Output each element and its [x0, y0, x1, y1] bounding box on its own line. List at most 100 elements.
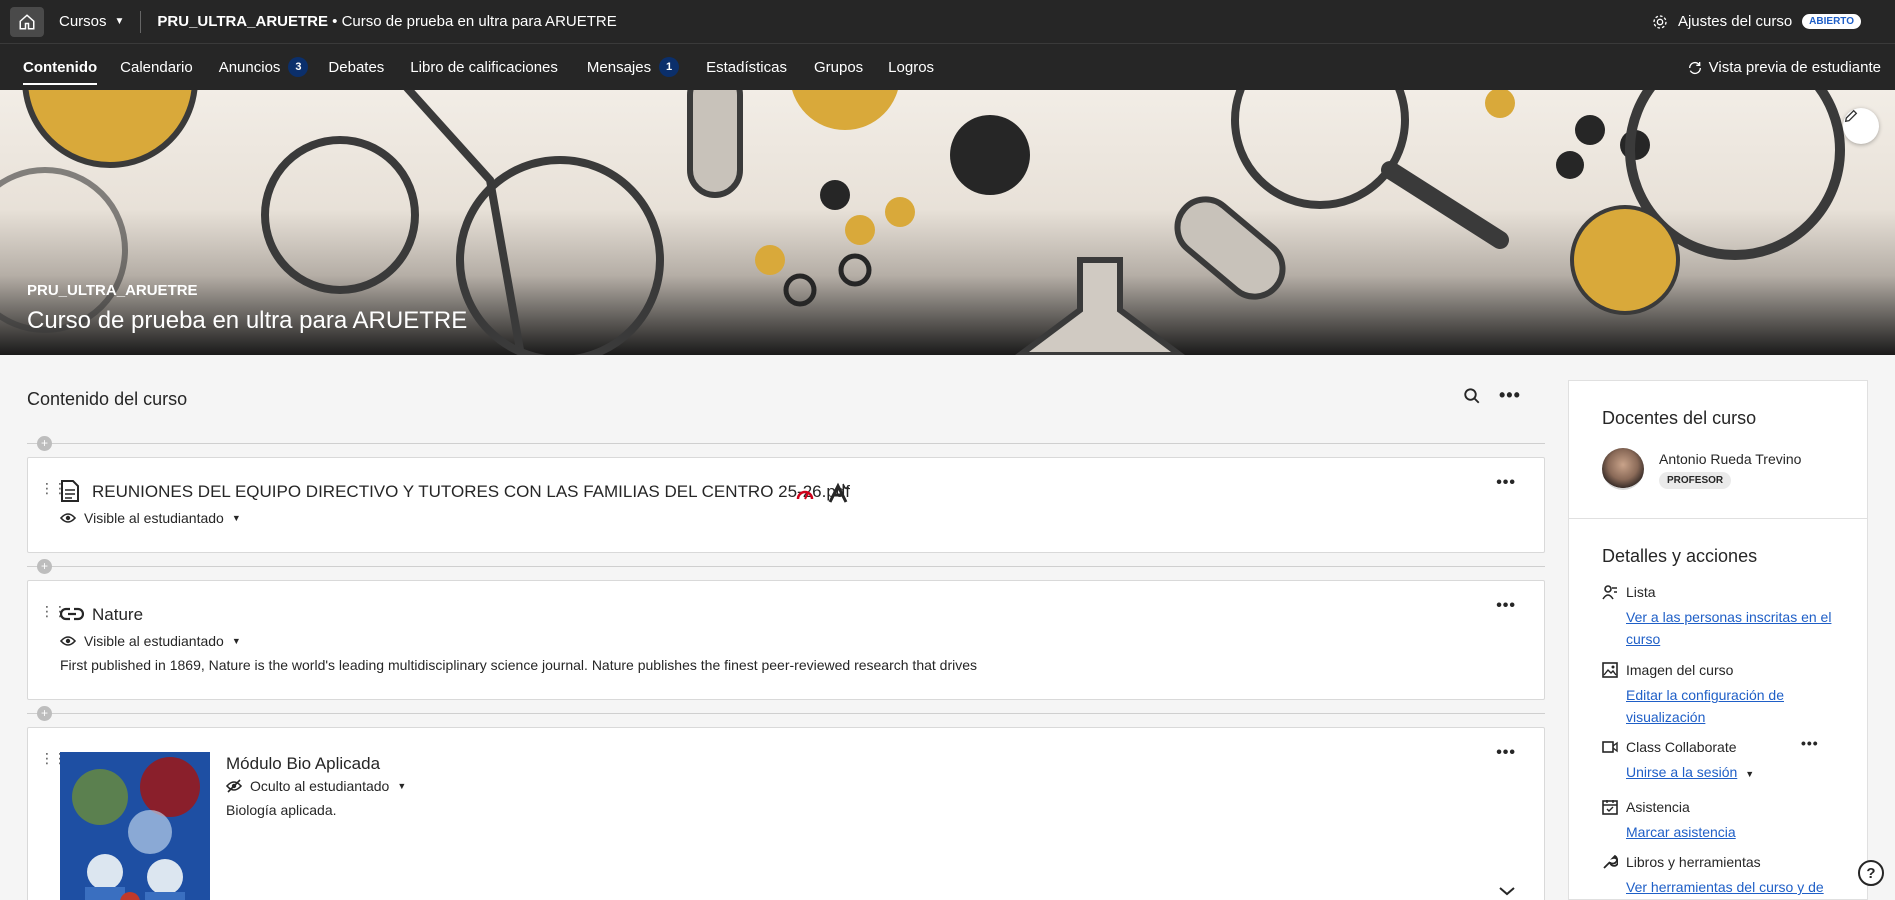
more-options-icon[interactable]: •••: [1496, 597, 1516, 615]
image-icon: [1602, 662, 1618, 678]
visibility-label: Oculto al estudiantado: [250, 778, 390, 794]
teacher-name[interactable]: Antonio Rueda Trevino: [1659, 451, 1801, 467]
banner-text: PRU_ULTRA_ARUETRE Curso de prueba en ult…: [27, 282, 467, 335]
breadcrumb: PRU_ULTRA_ARUETRE • Curso de prueba en u…: [157, 13, 616, 30]
divider: [1569, 518, 1867, 519]
content-item[interactable]: ⋮⋮ Nature Visible al estudiantado ▼ Firs…: [27, 580, 1545, 700]
detail-collaborate: Class Collaborate Unirse a la sesión ▼: [1602, 739, 1754, 783]
more-options-icon[interactable]: •••: [1496, 744, 1516, 762]
link-icon: [60, 607, 84, 621]
content-item-title[interactable]: Nature: [92, 605, 143, 625]
caret-down-icon: ▼: [231, 513, 241, 523]
more-options-icon[interactable]: •••: [1499, 385, 1521, 406]
pencil-icon: [1844, 109, 1858, 123]
eye-icon: [60, 513, 76, 523]
content-item-title[interactable]: Módulo Bio Aplicada: [226, 754, 380, 774]
tab-label: Calendario: [120, 58, 193, 76]
more-options-icon[interactable]: •••: [1496, 474, 1516, 492]
top-bar: Cursos ▼ PRU_ULTRA_ARUETRE • Curso de pr…: [0, 0, 1895, 43]
tab-estadisticas[interactable]: Estadísticas: [706, 44, 787, 91]
section-title: Contenido del curso: [27, 389, 188, 409]
caret-down-icon: ▼: [114, 16, 125, 27]
module-thumbnail: [60, 752, 210, 900]
caret-down-icon: ▼: [231, 636, 241, 646]
banner-course-code: PRU_ULTRA_ARUETRE: [27, 282, 198, 299]
course-content: Contenido del curso ••• + ⋮⋮ REUNIONES D…: [27, 355, 1545, 900]
add-content-button[interactable]: +: [37, 559, 52, 574]
content-tools: •••: [1463, 385, 1521, 406]
eye-slash-icon: [226, 779, 242, 793]
content-item-title[interactable]: REUNIONES DEL EQUIPO DIRECTIVO Y TUTORES…: [92, 482, 850, 502]
visibility-dropdown[interactable]: Visible al estudiantado ▼: [60, 633, 241, 649]
tab-label: Debates: [328, 58, 385, 76]
detail-label: Lista: [1626, 584, 1656, 600]
content-item-description: First published in 1869, Nature is the w…: [60, 657, 978, 673]
student-preview-button[interactable]: Vista previa de estudiante: [1687, 44, 1881, 91]
detail-roster: Lista Ver a las personas inscritas en el…: [1602, 584, 1836, 650]
count-badge: 1: [659, 57, 680, 77]
detail-label: Asistencia: [1626, 799, 1690, 815]
home-button[interactable]: [10, 6, 44, 37]
caret-down-icon[interactable]: ▼: [1745, 769, 1754, 779]
tab-contenido[interactable]: Contenido: [23, 44, 98, 91]
banner-course-title: Curso de prueba en ultra para ARUETRE: [27, 307, 468, 334]
attendance-icon: [1602, 800, 1618, 815]
more-options-icon[interactable]: •••: [1801, 735, 1819, 751]
tab-calendario[interactable]: Calendario: [120, 44, 193, 91]
divider: [27, 713, 1545, 714]
document-icon: [61, 480, 79, 502]
roster-link[interactable]: Ver a las personas inscritas en el curso: [1626, 606, 1836, 650]
visibility-label: Visible al estudiantado: [84, 633, 224, 649]
tab-mensajes[interactable]: Mensajes 1: [586, 44, 680, 91]
course-image-link[interactable]: Editar la configuración de visualización: [1626, 684, 1836, 728]
courses-menu[interactable]: Cursos ▼: [59, 13, 124, 30]
video-icon: [1602, 741, 1618, 753]
tab-label: Libro de calificaciones: [410, 58, 558, 76]
tab-label: Anuncios: [218, 58, 281, 76]
join-session-link[interactable]: Unirse a la sesión: [1626, 761, 1737, 783]
teachers-heading: Docentes del curso: [1602, 408, 1757, 428]
course-settings[interactable]: Ajustes del curso ABIERTO: [1652, 0, 1861, 43]
detail-tools: Libros y herramientas Ver herramientas d…: [1602, 854, 1836, 898]
tools-link[interactable]: Ver herramientas del curso y de: [1626, 876, 1836, 898]
chevron-down-icon[interactable]: [1498, 886, 1516, 896]
divider: [140, 10, 142, 33]
tab-debates[interactable]: Debates: [328, 44, 384, 91]
course-nav: Contenido Calendario Anuncios 3 Debates L…: [0, 43, 1895, 90]
add-content-button[interactable]: +: [37, 706, 52, 721]
count-badge: 3: [288, 57, 309, 77]
tab-label: Contenido: [23, 58, 98, 76]
content-item[interactable]: ⋮⋮ REUNIONES DEL EQUIPO DIRECTIVO Y TUTO…: [27, 457, 1545, 553]
visibility-label: Visible al estudiantado: [84, 510, 224, 526]
gauge-icon: [796, 490, 814, 500]
visibility-dropdown[interactable]: Oculto al estudiantado ▼: [226, 778, 406, 794]
gear-icon: [1653, 14, 1667, 29]
detail-label: Class Collaborate: [1626, 739, 1737, 755]
content-item-description: Biología aplicada.: [226, 802, 337, 818]
attendance-link[interactable]: Marcar asistencia: [1626, 821, 1836, 843]
roster-icon: [1602, 585, 1617, 600]
divider: [27, 566, 1545, 567]
search-icon[interactable]: [1463, 387, 1481, 405]
tab-label: Mensajes: [586, 58, 652, 76]
tab-libro-calificaciones[interactable]: Libro de calificaciones: [410, 44, 558, 91]
add-content-button[interactable]: +: [37, 436, 52, 451]
divider: [27, 443, 1545, 444]
tab-label: Estadísticas: [706, 58, 787, 76]
avatar[interactable]: [1602, 448, 1644, 490]
visibility-dropdown[interactable]: Visible al estudiantado ▼: [60, 510, 241, 526]
home-icon: [19, 13, 35, 29]
tab-grupos[interactable]: Grupos: [814, 44, 863, 91]
ally-icon[interactable]: [828, 482, 850, 504]
course-sidebar: Docentes del curso Antonio Rueda Trevino…: [1568, 380, 1868, 900]
tab-anuncios[interactable]: Anuncios 3: [219, 44, 309, 91]
help-icon[interactable]: ?: [1858, 860, 1884, 886]
courses-label: Cursos: [59, 13, 107, 30]
eye-icon: [60, 636, 76, 646]
breadcrumb-course-code: PRU_ULTRA_ARUETRE: [157, 13, 328, 30]
details-heading: Detalles y acciones: [1602, 546, 1758, 566]
content-item[interactable]: ⋮⋮ Módulo Bio Aplicada Oculto al estudia…: [27, 727, 1545, 900]
detail-label: Imagen del curso: [1626, 662, 1734, 678]
tab-logros[interactable]: Logros: [888, 44, 934, 91]
edit-banner-button[interactable]: [1843, 108, 1879, 144]
